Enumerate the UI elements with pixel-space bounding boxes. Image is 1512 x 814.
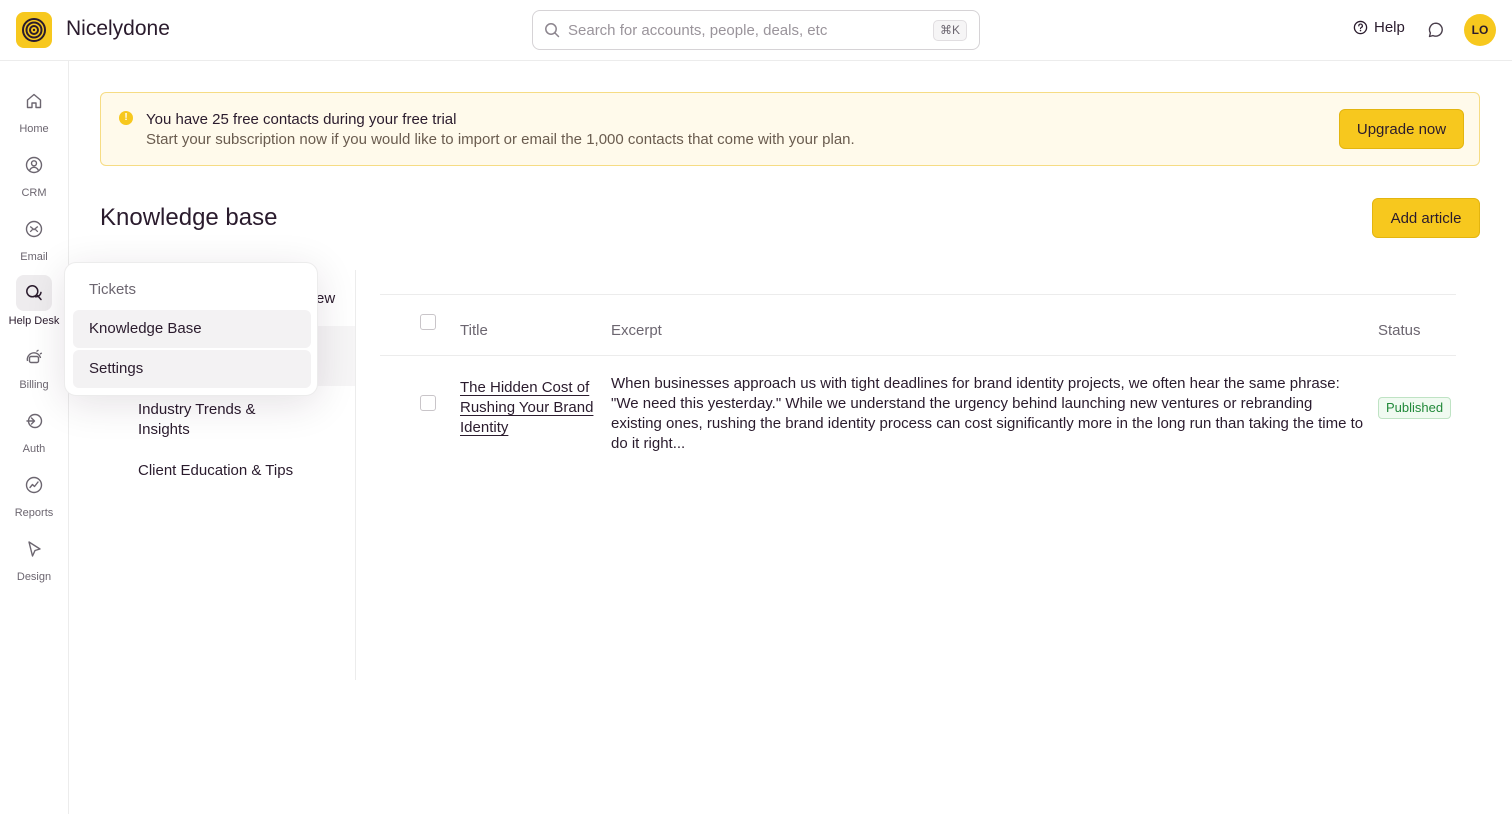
logo-spiral-icon bbox=[22, 18, 46, 42]
search-icon bbox=[545, 23, 560, 38]
cursor-icon bbox=[16, 531, 52, 567]
menu-item-settings[interactable]: Settings bbox=[73, 350, 311, 388]
mail-icon bbox=[16, 211, 52, 247]
nav-label-home: Home bbox=[19, 123, 49, 135]
top-bar: Nicelydone Search for accounts, people, … bbox=[0, 0, 1512, 61]
table-row[interactable]: The Hidden Cost of Rushing Your Brand Id… bbox=[380, 356, 1456, 452]
chat-bubbles-icon bbox=[16, 275, 52, 311]
row-checkbox[interactable] bbox=[420, 395, 436, 411]
help-button[interactable]: Help bbox=[1353, 19, 1405, 36]
banner-title: You have 25 free contacts during your fr… bbox=[146, 111, 457, 128]
logo[interactable] bbox=[16, 12, 52, 48]
help-label: Help bbox=[1374, 19, 1405, 36]
select-all-checkbox[interactable] bbox=[420, 314, 436, 330]
nav-label-design: Design bbox=[16, 571, 52, 583]
column-header-status[interactable]: Status bbox=[1378, 322, 1421, 339]
nav-label-billing: Billing bbox=[19, 379, 49, 391]
search-shortcut: ⌘K bbox=[932, 20, 967, 41]
nav-label-reports: Reports bbox=[14, 507, 54, 519]
auth-icon bbox=[16, 403, 52, 439]
nav-item-help-desk[interactable]: Help Desk bbox=[0, 275, 68, 335]
left-nav: Home CRM Email Help Desk Billing Auth Re… bbox=[0, 61, 69, 814]
search-placeholder: Search for accounts, people, deals, etc bbox=[568, 22, 828, 39]
category-item-industry-trends[interactable]: Industry Trends & Insights bbox=[138, 400, 288, 440]
chart-icon bbox=[16, 467, 52, 503]
search-input[interactable]: Search for accounts, people, deals, etc … bbox=[532, 10, 980, 50]
nav-item-reports[interactable]: Reports bbox=[0, 467, 68, 527]
nav-label-crm: CRM bbox=[21, 187, 47, 199]
menu-item-tickets[interactable]: Tickets bbox=[89, 281, 136, 298]
billing-icon bbox=[16, 339, 52, 375]
category-item-overview-peek[interactable]: ew bbox=[316, 290, 335, 307]
article-title-link[interactable]: The Hidden Cost of Rushing Your Brand Id… bbox=[460, 378, 600, 438]
page-title: Knowledge base bbox=[100, 204, 278, 231]
nav-label-help-desk: Help Desk bbox=[8, 315, 60, 327]
nav-item-billing[interactable]: Billing bbox=[0, 339, 68, 399]
column-header-title[interactable]: Title bbox=[460, 322, 488, 339]
nav-item-auth[interactable]: Auth bbox=[0, 403, 68, 463]
add-article-button[interactable]: Add article bbox=[1372, 198, 1480, 238]
help-desk-popover-menu: Tickets Knowledge Base Settings bbox=[64, 262, 318, 396]
messages-button[interactable] bbox=[1427, 21, 1445, 44]
nav-item-crm[interactable]: CRM bbox=[0, 147, 68, 207]
banner-subtitle: Start your subscription now if you would… bbox=[146, 131, 855, 148]
menu-item-knowledge-base[interactable]: Knowledge Base bbox=[73, 310, 311, 348]
info-icon: ! bbox=[119, 111, 133, 125]
user-circle-icon bbox=[16, 147, 52, 183]
category-item-client-education[interactable]: Client Education & Tips bbox=[138, 461, 338, 481]
status-badge: Published bbox=[1378, 397, 1452, 419]
table-header: Title Excerpt Status bbox=[380, 294, 1456, 356]
column-header-excerpt[interactable]: Excerpt bbox=[611, 322, 662, 339]
nav-item-design[interactable]: Design bbox=[0, 531, 68, 591]
avatar[interactable]: LO bbox=[1464, 14, 1496, 46]
trial-banner: ! You have 25 free contacts during your … bbox=[100, 92, 1480, 166]
home-icon bbox=[16, 83, 52, 119]
help-circle-icon bbox=[1353, 20, 1368, 35]
chat-bubble-icon bbox=[1428, 22, 1443, 38]
nav-item-email[interactable]: Email bbox=[0, 211, 68, 271]
nav-label-email: Email bbox=[20, 251, 48, 263]
app-name: Nicelydone bbox=[66, 17, 170, 40]
upgrade-now-button[interactable]: Upgrade now bbox=[1339, 109, 1464, 149]
article-excerpt: When businesses approach us with tight d… bbox=[611, 375, 1364, 452]
nav-label-auth: Auth bbox=[22, 443, 46, 455]
nav-item-home[interactable]: Home bbox=[0, 83, 68, 143]
